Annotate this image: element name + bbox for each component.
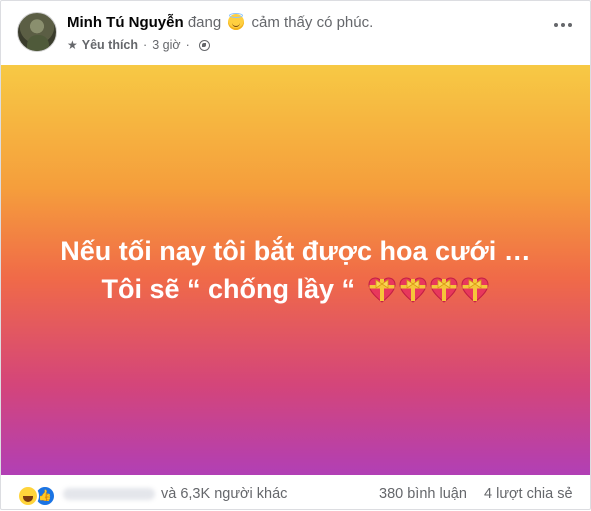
post-text-line-1: Nếu tối nay tôi bắt được hoa cưới … <box>60 236 531 266</box>
post-footer: và 6,3K người khác 380 bình luận 4 lượt … <box>1 475 590 511</box>
ellipsis-icon <box>554 23 558 27</box>
post-text-line-2-text: Tôi sẽ “ chống lầy “ <box>101 274 356 304</box>
globe-icon[interactable] <box>198 39 210 51</box>
author-name[interactable]: Minh Tú Nguyễn <box>67 14 184 31</box>
feeling-prefix: đang <box>187 14 222 31</box>
heart-with-ribbon-icon <box>367 276 397 304</box>
heart-with-ribbon-icon <box>460 276 490 304</box>
smiling-face-with-halo-icon <box>228 13 245 30</box>
post-card: Minh Tú Nguyễn đang cảm thấy có phúc. ★ … <box>0 0 591 510</box>
avatar[interactable] <box>17 12 57 52</box>
star-icon: ★ <box>67 38 78 52</box>
post-header: Minh Tú Nguyễn đang cảm thấy có phúc. ★ … <box>1 1 590 63</box>
more-options-button[interactable] <box>554 23 572 27</box>
shares-count[interactable]: 4 lượt chia sẻ <box>484 486 573 502</box>
post-text-line-2: Tôi sẽ “ chống lầy “ <box>101 270 489 308</box>
feeling-text[interactable]: cảm thấy có phúc. <box>252 14 374 31</box>
heart-with-ribbon-icons <box>367 276 490 304</box>
heart-with-ribbon-icon <box>398 276 428 304</box>
haha-icon <box>17 485 39 507</box>
post-title-line: Minh Tú Nguyễn đang cảm thấy có phúc. <box>67 13 374 32</box>
post-meta: ★ Yêu thích · 3 giờ · <box>67 37 210 53</box>
others-count[interactable]: và 6,3K người khác <box>161 486 287 502</box>
reaction-icons[interactable] <box>17 485 56 507</box>
ellipsis-dot <box>561 23 565 27</box>
heart-with-ribbon-icon <box>429 276 459 304</box>
separator: · <box>185 38 190 52</box>
audience-label[interactable]: Yêu thích <box>82 37 138 53</box>
post-background: Nếu tối nay tôi bắt được hoa cưới … Tôi … <box>1 65 590 475</box>
separator: · <box>143 38 148 52</box>
post-time[interactable]: 3 giờ <box>152 37 180 53</box>
ellipsis-dot <box>568 23 572 27</box>
blurred-names[interactable] <box>63 488 155 500</box>
comments-count[interactable]: 380 bình luận <box>379 486 467 502</box>
